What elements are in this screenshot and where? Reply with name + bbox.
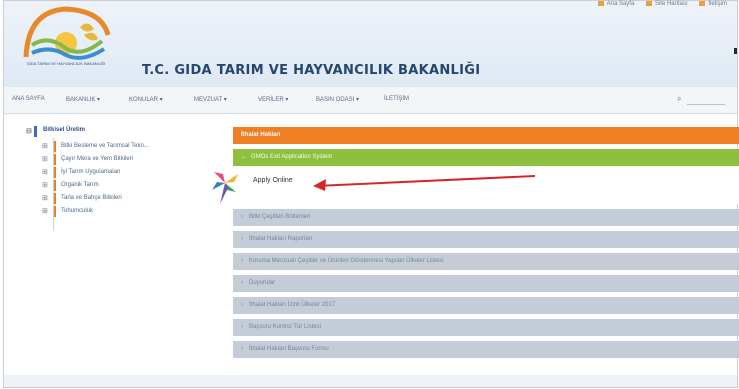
edge-marker bbox=[734, 48, 737, 54]
accordion-title: İthalat Hakları İzinli Ülkeler 2017 bbox=[249, 302, 336, 308]
sidebar-root-label: Bitkisel Üretim bbox=[43, 127, 86, 133]
top-link-sitemap[interactable]: Site Haritası bbox=[645, 1, 688, 7]
expand-icon[interactable]: ⊞ bbox=[42, 168, 48, 176]
red-arrow-annotation bbox=[313, 175, 536, 191]
sidebar-item[interactable]: ⊞ Bitki Besleme ve Tarımsal Tekn... bbox=[42, 140, 229, 153]
item-marker bbox=[54, 180, 56, 191]
contact-icon bbox=[699, 1, 706, 6]
site-header: GIDA TARIM VE HAYVANCILIK BAKANLIĞI T.C.… bbox=[4, 1, 737, 87]
pinwheel-icon bbox=[212, 172, 238, 204]
chevron-right-icon: › bbox=[241, 258, 243, 264]
item-marker bbox=[54, 154, 56, 165]
search-icon[interactable]: ⌕ bbox=[677, 94, 681, 104]
accordion-title: Başvuru Kontrol Tür Listesi bbox=[249, 324, 321, 330]
accordion-title: Bitki Çeşitleri Bültenleri bbox=[249, 214, 311, 220]
nav-item-press[interactable]: BASIN ODASI ▾ bbox=[316, 96, 359, 103]
sidebar-root[interactable]: ⊟ Bitkisel Üretim bbox=[26, 126, 219, 138]
item-marker bbox=[54, 167, 56, 178]
nav-item-data[interactable]: VERİLER ▾ bbox=[258, 96, 288, 103]
accordion-item[interactable]: › Koruma Mevzuatı Çeşitler ve Ürünleri Gö… bbox=[233, 253, 739, 270]
accordion-title: İthalat Hakları Başvuru Formu bbox=[249, 346, 329, 352]
sidebar-item-label: Tarla ve Bahçe Bitkileri bbox=[61, 195, 122, 201]
accordion-item[interactable]: › İthalat Hakları Raporları bbox=[233, 231, 739, 248]
chevron-down-icon: ⌄ bbox=[241, 154, 247, 160]
home-icon bbox=[597, 1, 604, 6]
accordion-title: İthalat Hakları Raporları bbox=[249, 236, 313, 242]
logo-caption: GIDA TARIM VE HAYVANCILIK BAKANLIĞI bbox=[26, 61, 106, 66]
collapse-icon[interactable]: ⊟ bbox=[26, 127, 32, 135]
nav-item-topics[interactable]: KONULAR ▾ bbox=[129, 96, 163, 103]
main-nav: ANA SAYFA BAKANLIK ▾ KONULAR ▾ MEVZUAT ▾… bbox=[4, 87, 737, 114]
sidebar-item[interactable]: ⊞ İyi Tarım Uygulamaları bbox=[42, 166, 229, 179]
sidebar-item[interactable]: ⊞ Çayır Mera ve Yem Bitkileri bbox=[42, 153, 229, 166]
sidebar-item-label: Bitki Besleme ve Tarımsal Tekn... bbox=[61, 143, 149, 149]
nav-item-legislation[interactable]: MEVZUAT ▾ bbox=[194, 96, 227, 103]
accordion-item[interactable]: › Duyurular bbox=[233, 275, 739, 292]
item-marker bbox=[54, 193, 56, 204]
apply-online-link[interactable]: Apply Online bbox=[253, 177, 293, 184]
expand-icon[interactable]: ⊞ bbox=[42, 142, 48, 150]
accordion-item[interactable]: › İthalat Hakları Başvuru Formu bbox=[233, 341, 739, 358]
chevron-right-icon: › bbox=[241, 324, 243, 330]
sidebar-tree: ⊟ Bitkisel Üretim ⊞ Bitki Besleme ve Tarı… bbox=[26, 126, 219, 230]
chevron-right-icon: › bbox=[241, 346, 243, 352]
site-title[interactable]: T.C. GIDA TARIM VE HAYVANCILIK BAKANLIĞI bbox=[142, 63, 480, 78]
sidebar-item-label: Organik Tarım bbox=[61, 182, 99, 188]
expand-icon[interactable]: ⊞ bbox=[42, 207, 48, 215]
expand-icon[interactable]: ⊞ bbox=[42, 194, 48, 202]
chevron-right-icon: › bbox=[241, 214, 243, 220]
sitemap-icon bbox=[645, 1, 652, 6]
expand-icon[interactable]: ⊞ bbox=[42, 155, 48, 163]
sidebar-item-label: İyi Tarım Uygulamaları bbox=[61, 169, 121, 175]
root-marker bbox=[34, 126, 37, 137]
accordion-title: Koruma Mevzuatı Çeşitler ve Ürünleri Gön… bbox=[249, 258, 444, 264]
top-links: Ana Sayfa Site Haritası İletişim bbox=[588, 1, 727, 7]
top-link-contact[interactable]: İletişim bbox=[699, 1, 727, 7]
panel-header: İthalat Hakları bbox=[233, 127, 739, 144]
accordion-expanded[interactable]: ⌄ GMOs Exit Application System bbox=[233, 149, 739, 166]
accordion-title: GMOs Exit Application System bbox=[251, 154, 333, 160]
sidebar-item-label: Çayır Mera ve Yem Bitkileri bbox=[61, 156, 134, 162]
footer-strip bbox=[4, 375, 737, 387]
content-panel: İthalat Hakları ⌄ GMOs Exit Application S… bbox=[233, 127, 739, 358]
expand-icon[interactable]: ⊞ bbox=[42, 181, 48, 189]
chevron-right-icon: › bbox=[241, 280, 243, 286]
sidebar-item[interactable]: ⊞ Organik Tarım bbox=[42, 179, 229, 192]
search-box[interactable]: ⌕ bbox=[677, 94, 727, 106]
accordion-item[interactable]: › İthalat Hakları İzinli Ülkeler 2017 bbox=[233, 297, 739, 314]
chevron-right-icon: › bbox=[241, 236, 243, 242]
nav-item-home[interactable]: ANA SAYFA bbox=[12, 96, 45, 102]
item-marker bbox=[54, 141, 56, 152]
nav-item-contact[interactable]: İLETİŞİM bbox=[384, 96, 409, 102]
search-underline bbox=[687, 104, 725, 105]
item-marker bbox=[54, 206, 56, 217]
chevron-right-icon: › bbox=[241, 302, 243, 308]
sidebar-item[interactable]: ⊞ Tarla ve Bahçe Bitkileri bbox=[42, 192, 229, 205]
top-link-home[interactable]: Ana Sayfa bbox=[597, 1, 634, 7]
sidebar-item[interactable]: ⊞ Tohumculuk bbox=[42, 205, 229, 218]
accordion-title: Duyurular bbox=[249, 280, 276, 286]
page-frame: GIDA TARIM VE HAYVANCILIK BAKANLIĞI T.C.… bbox=[3, 0, 739, 388]
accordion-item[interactable]: › Başvuru Kontrol Tür Listesi bbox=[233, 319, 739, 336]
sidebar-item-label: Tohumculuk bbox=[61, 208, 94, 214]
accordion-item[interactable]: › Bitki Çeşitleri Bültenleri bbox=[233, 209, 739, 226]
nav-item-ministry[interactable]: BAKANLIK ▾ bbox=[66, 96, 100, 103]
ministry-logo[interactable] bbox=[18, 5, 114, 77]
